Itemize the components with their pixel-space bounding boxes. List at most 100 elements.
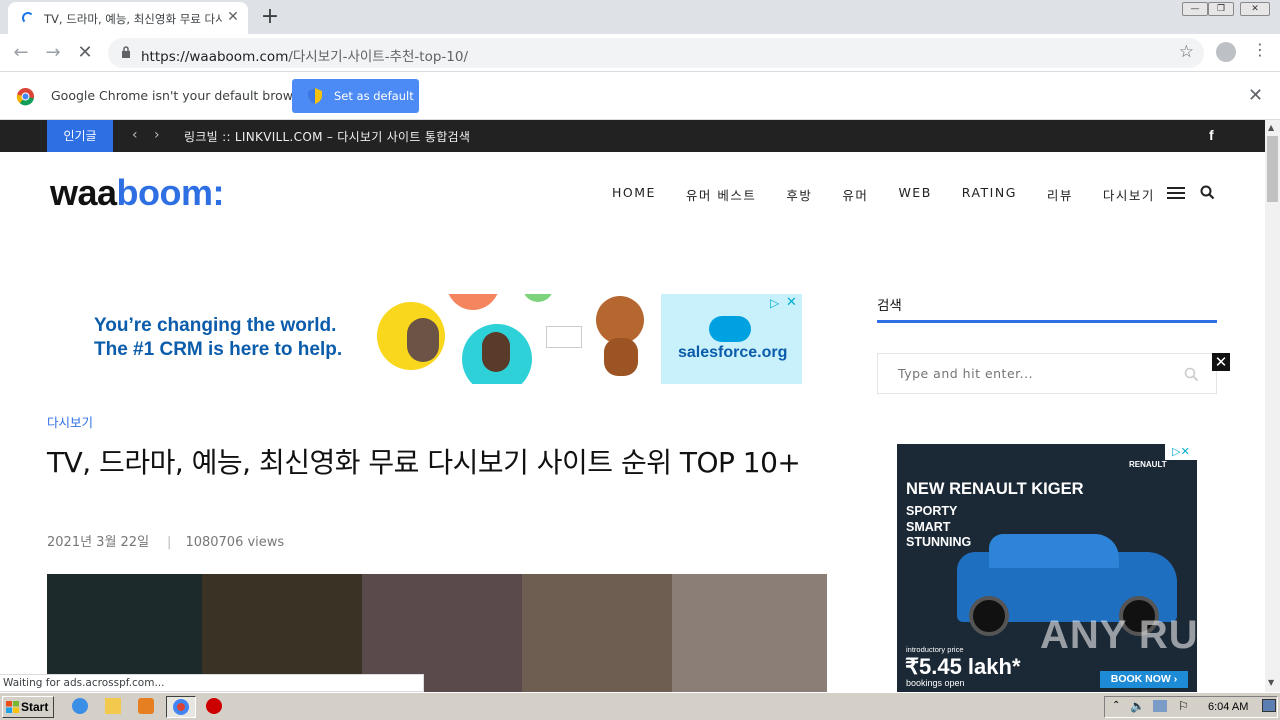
set-as-default-button[interactable]: Set as default — [292, 79, 419, 113]
tab-title: TV, 드라마, 예능, 최신영화 무료 다시보기 사이트 순위 TOP 10+ — [44, 12, 222, 26]
opera-icon[interactable] — [206, 698, 222, 714]
header-search-icon[interactable] — [1200, 185, 1215, 200]
nav-item-hubang[interactable]: 후방 — [786, 185, 812, 204]
ie-icon[interactable] — [72, 698, 88, 714]
nav-item-humor-best[interactable]: 유머 베스트 — [686, 185, 756, 204]
book-now-button[interactable]: BOOK NOW › — [1100, 671, 1188, 688]
site-top-bar: 인기글 ‹ › 링크빌 :: LINKVILL.COM – 다시보기 사이트 통… — [0, 120, 1265, 152]
infobar-message: Google Chrome isn't your default browser — [51, 88, 313, 103]
chrome-icon — [173, 699, 189, 715]
browser-tab-strip: TV, 드라마, 예능, 최신영화 무료 다시보기 사이트 순위 TOP 10+… — [0, 0, 1280, 34]
car-roof-image — [989, 534, 1119, 568]
ticker-next-icon[interactable]: › — [154, 127, 160, 143]
salesforce-brand: salesforce.org — [678, 344, 788, 361]
window-close-button[interactable]: ✕ — [1240, 2, 1270, 16]
ad-person-image — [407, 318, 439, 362]
scroll-down-icon[interactable]: ▼ — [1268, 678, 1274, 687]
set-as-default-label: Set as default — [334, 89, 414, 103]
ad-mascot-body — [604, 338, 638, 376]
article-title: TV, 드라마, 예능, 최신영화 무료 다시보기 사이트 순위 TOP 10+ — [47, 446, 801, 479]
ad-close-icon[interactable]: ✕ — [786, 295, 797, 310]
renault-headline: NEW RENAULT KIGER — [906, 480, 1084, 498]
browser-toolbar: ← → ✕ https://waaboom.com/다시보기-사이트-추천-to… — [0, 34, 1280, 72]
sidebar-search-input[interactable] — [878, 354, 1178, 393]
uac-shield-icon — [308, 88, 322, 104]
article-meta: 2021년 3월 22일 | 1080706 views — [47, 535, 285, 550]
hot-posts-badge: 인기글 — [47, 120, 113, 152]
ad-deco-circle — [523, 294, 553, 302]
salesforce-logo-box: salesforce.org — [661, 294, 802, 384]
anyrun-watermark: ANY RUN — [1040, 613, 1229, 657]
ad-choices-close-icons[interactable]: ▷✕ — [1165, 444, 1197, 460]
facebook-icon[interactable]: f — [1209, 127, 1214, 143]
stop-loading-button[interactable]: ✕ — [74, 42, 96, 63]
nav-item-humor[interactable]: 유머 — [842, 185, 868, 204]
forward-button[interactable]: → — [42, 42, 64, 63]
profile-avatar[interactable] — [1216, 42, 1236, 62]
tab-close-icon[interactable]: ✕ — [224, 8, 242, 26]
maximize-button[interactable]: ❐ — [1208, 2, 1234, 16]
new-tab-button[interactable]: + — [258, 4, 282, 29]
renault-brand: RENAULT — [1129, 460, 1167, 469]
ad-screen-image — [546, 326, 582, 348]
adchoices-icon[interactable]: ▷ — [770, 296, 779, 310]
ad-mascot-image — [596, 296, 644, 344]
article-date: 2021년 3월 22일 — [47, 535, 150, 550]
nav-item-rating[interactable]: RATING — [962, 185, 1017, 204]
network-icon[interactable] — [1153, 700, 1167, 712]
browser-tab[interactable]: TV, 드라마, 예능, 최신영화 무료 다시보기 사이트 순위 TOP 10+… — [8, 2, 248, 34]
windows-taskbar: Start ⌃ 🔈 ⚐ 6:04 AM — [0, 692, 1280, 720]
car-wheel-image — [969, 596, 1009, 636]
site-logo[interactable]: waaboom: — [50, 172, 225, 214]
address-bar[interactable]: https://waaboom.com/다시보기-사이트-추천-top-10/ … — [108, 38, 1204, 68]
folder-icon[interactable] — [105, 698, 121, 714]
back-button[interactable]: ← — [10, 42, 32, 63]
chrome-menu-icon[interactable]: ⋮ — [1252, 40, 1268, 59]
sidebar-search-icon[interactable] — [1184, 367, 1199, 382]
renault-bookings: bookings open — [906, 678, 965, 688]
sidebar-title-underline — [877, 320, 1217, 323]
chrome-logo-icon — [16, 87, 35, 106]
taskbar-clock: 6:04 AM — [1208, 701, 1249, 713]
renault-intro-label: introductory price — [906, 645, 964, 654]
start-button[interactable]: Start — [2, 696, 54, 718]
renault-tagline: SPORTY SMART STUNNING — [906, 504, 972, 549]
renault-price: ₹5.45 lakh* — [905, 654, 1021, 679]
bookmark-star-icon[interactable]: ☆ — [1179, 42, 1194, 62]
salesforce-ad-banner[interactable]: You’re changing the world. The #1 CRM is… — [76, 294, 802, 384]
loading-spinner-icon — [22, 12, 34, 24]
chrome-taskbar-button[interactable] — [166, 696, 196, 718]
default-browser-infobar: Google Chrome isn't your default browser… — [0, 72, 1280, 120]
article-views: 1080706 views — [185, 535, 285, 550]
infobar-close-icon[interactable]: ✕ — [1248, 85, 1263, 106]
main-navigation: HOME 유머 베스트 후방 유머 WEB RATING 리뷰 다시보기 — [612, 185, 1185, 204]
scrollbar-thumb[interactable] — [1267, 136, 1278, 202]
page-scrollbar[interactable]: ▲ ▼ — [1265, 120, 1280, 692]
nav-item-review[interactable]: 리뷰 — [1047, 185, 1073, 204]
sidebar-search-title: 검색 — [877, 298, 902, 314]
action-center-flag-icon[interactable]: ⚐ — [1178, 699, 1189, 713]
url-text: https://waaboom.com/다시보기-사이트-추천-top-10/ — [141, 49, 469, 65]
lock-icon — [122, 46, 130, 58]
hamburger-menu-icon[interactable] — [1167, 187, 1185, 199]
status-bubble: Waiting for ads.acrosspf.com... — [0, 674, 424, 692]
ticker-prev-icon[interactable]: ‹ — [132, 127, 138, 143]
tray-expand-icon[interactable]: ⌃ — [1112, 700, 1120, 711]
scroll-up-icon[interactable]: ▲ — [1268, 123, 1274, 132]
nav-item-web[interactable]: WEB — [898, 185, 931, 204]
volume-icon[interactable]: 🔈 — [1130, 699, 1145, 713]
ad-line-1: You’re changing the world. — [94, 315, 337, 336]
media-player-icon[interactable] — [138, 698, 154, 714]
ad-overlay-close-icon[interactable]: ✕ — [1212, 353, 1230, 371]
article-category[interactable]: 다시보기 — [47, 412, 93, 431]
show-desktop-icon[interactable] — [1262, 699, 1276, 712]
sidebar-search-box — [877, 353, 1217, 394]
ad-person-image — [482, 332, 510, 372]
nav-item-rewatch[interactable]: 다시보기 — [1103, 185, 1155, 204]
ticker-link[interactable]: 링크빌 :: LINKVILL.COM – 다시보기 사이트 통합검색 — [184, 128, 470, 145]
salesforce-cloud-icon — [709, 316, 751, 342]
windows-flag-icon — [6, 701, 19, 713]
ad-deco-circle — [446, 294, 500, 310]
minimize-button[interactable]: — — [1182, 2, 1208, 16]
nav-item-home[interactable]: HOME — [612, 185, 656, 204]
